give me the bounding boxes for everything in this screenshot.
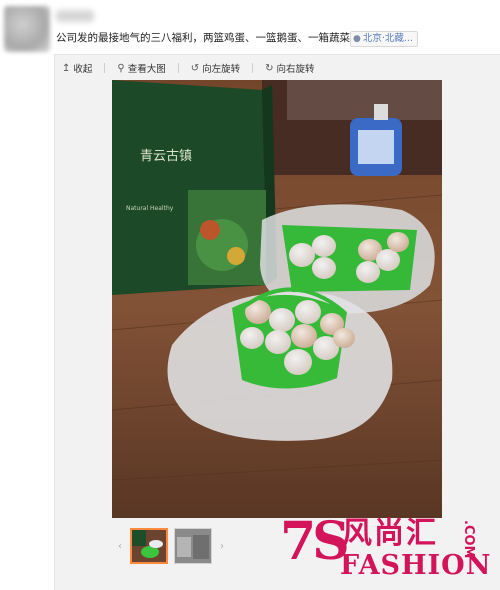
post-text: 公司发的最接地气的三八福利，两篮鸡蛋、一篮鹅蛋、一箱蔬菜 [56, 32, 350, 44]
rotate-right-icon: ↻ [265, 62, 274, 74]
collapse-button[interactable]: ↥ 收起 [62, 61, 92, 76]
image-toolbar: ↥ 收起 ⚲ 查看大图 ↺ 向左旋转 ↻ 向右旋转 [62, 60, 315, 76]
username[interactable] [56, 10, 94, 22]
watermark-7s: 7S [280, 511, 350, 572]
rotate-right-button[interactable]: ↻ 向右旋转 [265, 61, 314, 76]
toolbar-divider [177, 63, 179, 73]
watermark-cn: 风尚汇 [342, 516, 438, 551]
next-arrow-icon[interactable]: › [218, 541, 226, 552]
egg-baskets-photo: 青云古镇 Natural Healthy [112, 80, 442, 518]
location-tag[interactable]: ● 北京·北藏... [350, 31, 418, 47]
prev-arrow-icon[interactable]: ‹ [116, 541, 124, 552]
avatar[interactable] [4, 6, 50, 52]
watermark-com: .COM [461, 520, 476, 559]
location-pin-icon: ● [353, 34, 361, 44]
site-watermark-logo: 7S 风尚汇 FASHION .COM [280, 514, 498, 584]
rotate-left-button[interactable]: ↺ 向左旋转 [190, 61, 240, 76]
toolbar-divider [104, 63, 106, 73]
toolbar-divider [252, 63, 254, 73]
magnifier-icon: ⚲ [117, 62, 125, 74]
thumbnail-1[interactable] [130, 528, 168, 564]
view-large-button[interactable]: ⚲ 查看大图 [117, 61, 165, 76]
thumbnail-strip: ‹ › [116, 528, 226, 564]
rotate-left-icon: ↺ [190, 62, 200, 74]
post-photo[interactable]: 青云古镇 Natural Healthy [112, 80, 442, 518]
thumbnail-2[interactable] [174, 528, 212, 564]
collapse-icon: ↥ [62, 62, 71, 74]
location-label: 北京·北藏... [362, 33, 413, 44]
